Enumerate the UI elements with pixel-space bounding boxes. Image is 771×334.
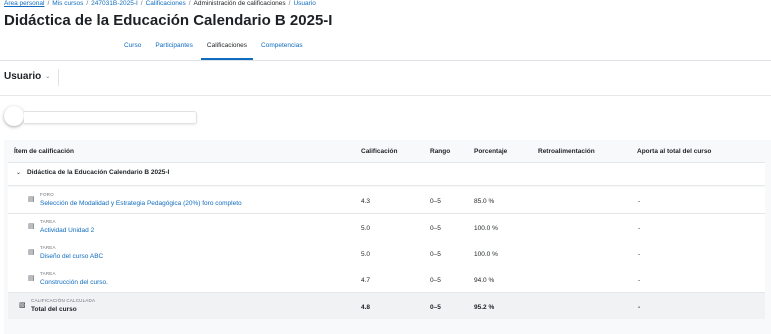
assignment-icon: ▤ [28, 223, 35, 230]
table-row: ▤ TAREA Construcción del curso. 4.7 0–5 … [8, 266, 765, 293]
course-total-row: ▧ CALIFICACIÓN CALCULADA Total del curso… [8, 293, 765, 319]
grade-value: 5.0 [361, 251, 371, 258]
column-header-percentage: Porcentaje [474, 148, 508, 155]
contribution-value: - [638, 251, 641, 258]
breadcrumb-home-link[interactable]: Área personal [4, 0, 44, 7]
item-type: TAREA [40, 245, 56, 250]
breadcrumb-separator: / [288, 0, 291, 7]
breadcrumb-grade-admin: Administración de calificaciones [193, 0, 286, 7]
grade-value: 4.8 [361, 304, 371, 311]
chevron-down-icon: ⌄ [45, 74, 51, 80]
user-report-selector-label: Usuario [4, 71, 42, 82]
assignment-icon: ▤ [28, 249, 35, 256]
breadcrumb-my-courses-link[interactable]: Mis cursos [52, 0, 83, 7]
category-name: Didáctica de la Educación Calendario B 2… [27, 169, 170, 176]
breadcrumb-grades-link[interactable]: Calificaciones [146, 0, 186, 7]
search-user-input[interactable] [24, 111, 197, 124]
forum-icon: ▤ [28, 196, 35, 203]
percentage-value: 100.0 % [474, 225, 498, 232]
column-header-feedback: Retroalimentación [538, 148, 595, 155]
calculator-icon: ▧ [19, 302, 26, 309]
course-total-label: Total del curso [31, 306, 77, 313]
percentage-value: 85.0 % [474, 198, 495, 205]
range-value: 0–5 [430, 304, 441, 311]
table-row: ▤ FORO Selección de Modalidad y Estrateg… [8, 187, 765, 214]
vertical-divider [58, 69, 59, 86]
percentage-value: 100.0 % [474, 251, 498, 258]
breadcrumb-separator: / [86, 0, 89, 7]
user-avatar-toggle[interactable] [4, 106, 24, 126]
grade-report-table: Ítem de calificación Calificación Rango … [4, 140, 771, 334]
percentage-value: 95.2 % [474, 304, 495, 311]
column-header-range: Rango [430, 148, 451, 155]
item-type: FORO [40, 192, 54, 197]
range-value: 0–5 [430, 225, 441, 232]
breadcrumb-separator: / [140, 0, 143, 7]
item-type: TAREA [40, 219, 56, 224]
column-header-contribution: Aporta al total del curso [637, 148, 712, 155]
percentage-value: 94.0 % [474, 277, 495, 284]
contribution-value: - [638, 304, 641, 311]
tab-grades[interactable]: Calificaciones [200, 42, 254, 60]
grade-value: 4.3 [361, 198, 371, 205]
contribution-value: - [638, 277, 641, 284]
grade-item-link[interactable]: Selección de Modalidad y Estrategia Peda… [40, 200, 242, 207]
contribution-value: - [638, 225, 641, 232]
range-value: 0–5 [430, 251, 441, 258]
secondary-nav: Curso Participantes Calificaciones Compe… [118, 42, 311, 60]
table-row: ▤ TAREA Diseño del curso ABC 5.0 0–5 100… [8, 240, 765, 267]
column-header-grade: Calificación [361, 148, 398, 155]
breadcrumb-separator: / [47, 0, 50, 7]
grade-item-link[interactable]: Actividad Unidad 2 [40, 227, 94, 234]
breadcrumb-course-link[interactable]: 247031B-2025-I [91, 0, 138, 7]
grade-item-link[interactable]: Diseño del curso ABC [40, 253, 103, 260]
category-row[interactable]: ⌄ Didáctica de la Educación Calendario B… [8, 162, 765, 186]
range-value: 0–5 [430, 198, 441, 205]
grade-item-link[interactable]: Construcción del curso. [40, 279, 108, 286]
page-title: Didáctica de la Educación Calendario B 2… [4, 12, 333, 29]
breadcrumb-separator: / [188, 0, 191, 7]
assignment-icon: ▤ [28, 275, 35, 282]
item-type: TAREA [40, 271, 56, 276]
breadcrumb-user-link[interactable]: Usuario [293, 0, 315, 7]
item-type: CALIFICACIÓN CALCULADA [31, 298, 96, 303]
user-report-selector[interactable]: Usuario ⌄ [4, 71, 50, 82]
tabs-divider [0, 60, 771, 61]
chevron-down-icon[interactable]: ⌄ [16, 169, 21, 176]
contribution-value: - [638, 198, 641, 205]
section-divider [0, 95, 771, 96]
table-row: ▤ TAREA Actividad Unidad 2 5.0 0–5 100.0… [8, 214, 765, 241]
tab-participants[interactable]: Participantes [149, 42, 199, 60]
tab-course[interactable]: Curso [118, 42, 147, 60]
tab-competencies[interactable]: Competencias [255, 42, 309, 60]
range-value: 0–5 [430, 277, 441, 284]
grade-value: 4.7 [361, 277, 371, 284]
column-header-grade-item: Ítem de calificación [14, 148, 74, 155]
grade-value: 5.0 [361, 225, 371, 232]
breadcrumb: Área personal / Mis cursos/247031B-2025-I /… [4, 0, 316, 7]
